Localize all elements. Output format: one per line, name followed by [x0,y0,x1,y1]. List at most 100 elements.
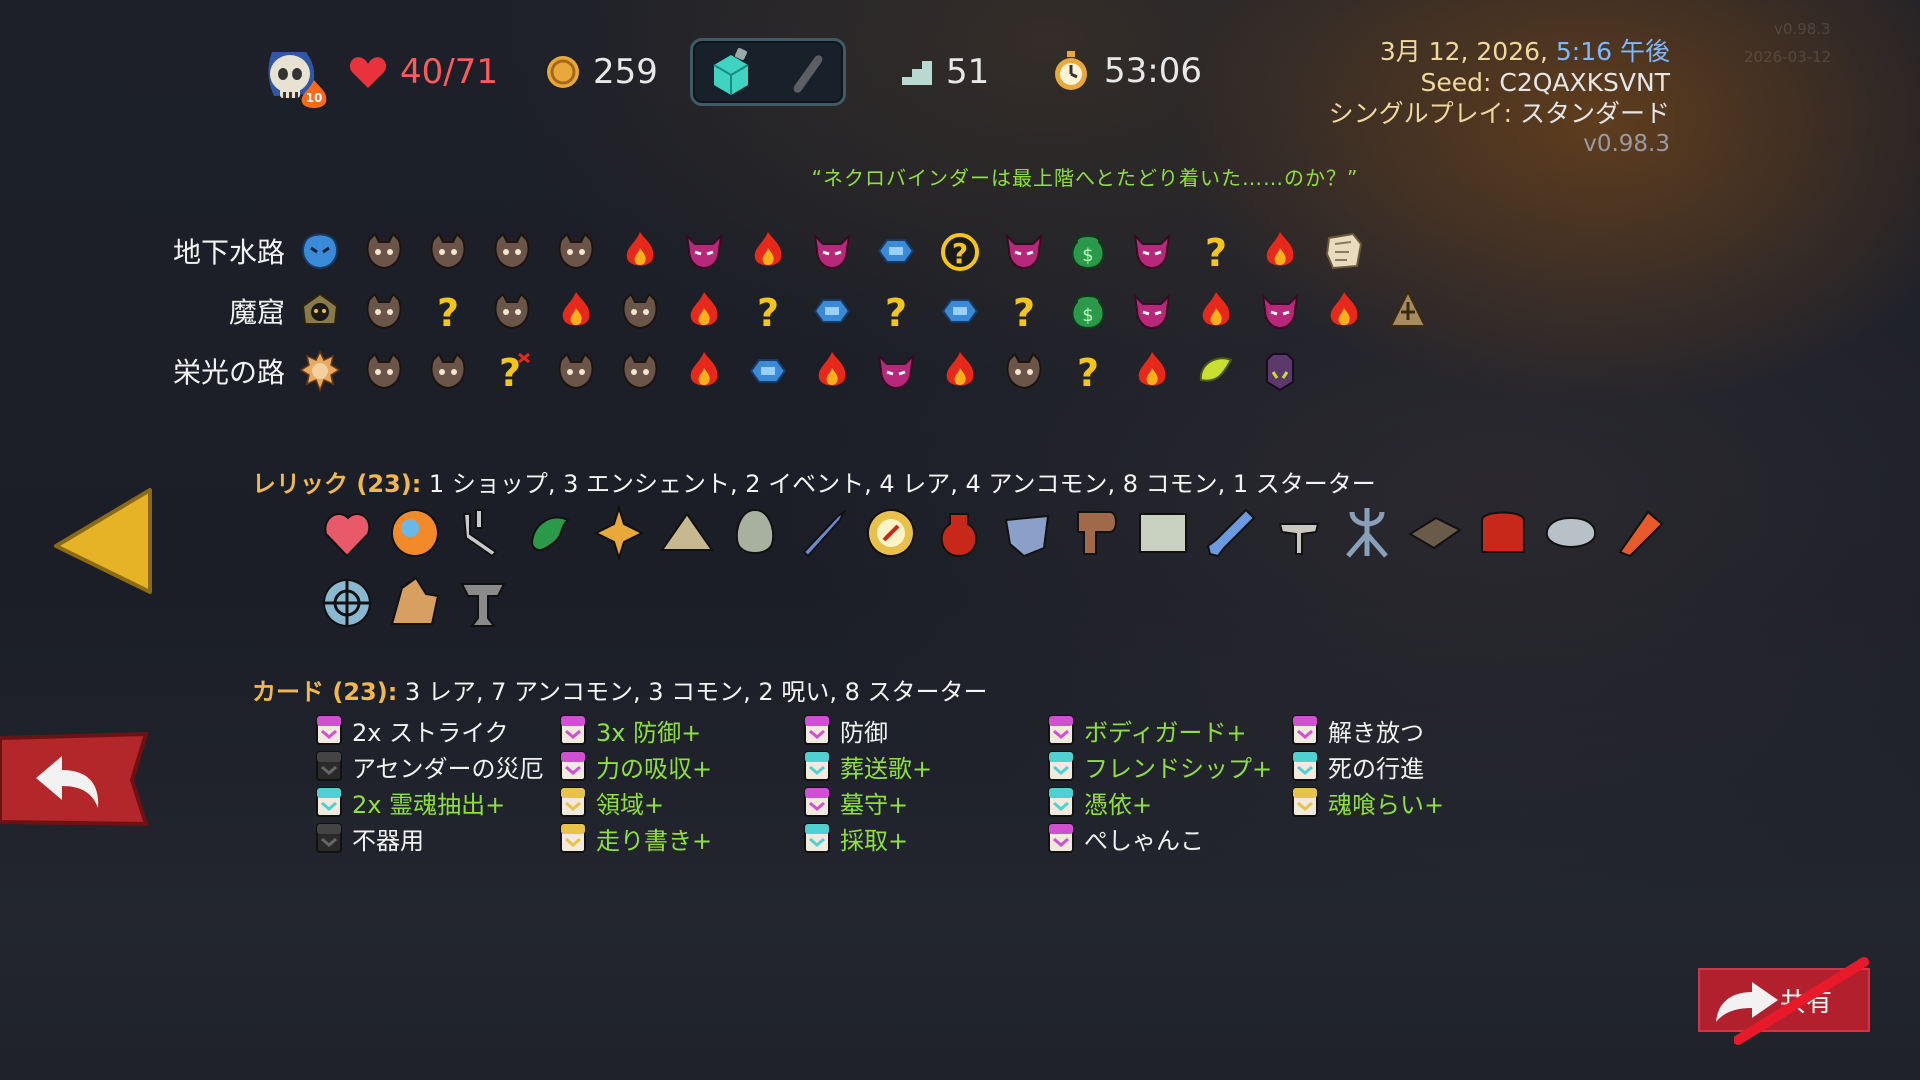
green-dragon-relic-icon[interactable] [522,504,580,562]
treasure-node-icon[interactable] [745,349,790,394]
monster-node-icon[interactable] [489,229,534,274]
elite-node-icon[interactable] [1257,289,1302,334]
monster-node-icon[interactable] [361,229,406,274]
share-button[interactable]: 共有 [1698,957,1870,1045]
rest-node-icon[interactable] [617,229,662,274]
rest-node-icon[interactable] [1321,289,1366,334]
compass-relic-icon[interactable] [862,504,920,562]
event-green-node-icon[interactable] [1193,349,1238,394]
rest-node-icon[interactable] [553,289,598,334]
red-flask-relic-icon[interactable] [930,504,988,562]
elite-node-icon[interactable] [1129,229,1174,274]
card-entry[interactable]: 解き放つ [1292,712,1536,748]
card-entry[interactable]: 3x 防御+ [560,712,804,748]
rest-node-icon[interactable] [1129,349,1174,394]
card-entry[interactable]: アセンダーの災厄 [316,748,560,784]
unknown-node-icon[interactable]: ? [1065,349,1110,394]
card-entry[interactable]: 力の吸収+ [560,748,804,784]
monster-node-icon[interactable] [361,289,406,334]
rest-node-icon[interactable] [681,349,726,394]
monster-node-icon[interactable] [361,349,406,394]
unknown-node-icon[interactable]: ? [745,289,790,334]
monster-node-icon[interactable] [489,289,534,334]
unknown-gold-node-icon[interactable]: ? [937,229,982,274]
card-entry[interactable]: 葬送歌+ [804,748,1048,784]
unknown-node-icon[interactable]: ? [1001,289,1046,334]
stone-relic-icon[interactable] [1542,504,1600,562]
rest-node-icon[interactable] [1193,289,1238,334]
card-entry[interactable]: ボディガード+ [1048,712,1292,748]
card-entry[interactable]: 防御 [804,712,1048,748]
card-entry[interactable]: 2x 霊魂抽出+ [316,784,560,820]
monster-node-icon[interactable] [617,289,662,334]
tent-relic-icon[interactable] [658,504,716,562]
hook-relic-icon[interactable] [1066,504,1124,562]
boss-dark-node-icon[interactable] [297,289,342,334]
faint-version: v0.98.3 [1774,20,1831,38]
unknown-node-icon[interactable]: ? [1193,229,1238,274]
unknown-node-icon[interactable]: ? [873,289,918,334]
orange-orb-relic-icon[interactable] [386,504,444,562]
monster-node-icon[interactable] [425,349,470,394]
crystal-relic-icon[interactable] [386,574,444,632]
tuning-fork-relic-icon[interactable] [454,504,512,562]
shop-node-icon[interactable]: $ [1065,289,1110,334]
card-entry[interactable]: フレンドシップ+ [1048,748,1292,784]
tablet-relic-icon[interactable] [1406,504,1464,562]
monster-node-icon[interactable] [553,349,598,394]
unknown-node-icon[interactable]: ? [425,289,470,334]
elite-node-icon[interactable] [1129,289,1174,334]
elite-node-icon[interactable] [809,229,854,274]
treasure-node-icon[interactable] [937,289,982,334]
anvil-relic-icon[interactable] [454,574,512,632]
previous-run-button[interactable] [50,484,154,598]
card-entry[interactable]: 憑依+ [1048,784,1292,820]
cape-relic-icon[interactable] [998,504,1056,562]
mailbox-relic-icon[interactable] [1474,504,1532,562]
rest-node-icon[interactable] [809,349,854,394]
rest-node-icon[interactable] [745,229,790,274]
card-entry[interactable]: 魂喰らい+ [1292,784,1536,820]
boss-spiky-node-icon[interactable] [297,349,342,394]
card-entry[interactable]: 不器用 [316,820,560,856]
monster-node-icon[interactable] [553,229,598,274]
egg-relic-icon[interactable] [726,504,784,562]
boss-ancient-node-icon[interactable] [1385,289,1430,334]
rest-node-icon[interactable] [681,289,726,334]
potion-icon[interactable] [708,47,754,97]
rest-node-icon[interactable] [1257,229,1302,274]
empty-potion-slot-icon[interactable] [783,47,829,97]
ancient-node-icon[interactable] [1321,229,1366,274]
card-entry[interactable]: 領域+ [560,784,804,820]
candelabra-relic-icon[interactable] [1270,504,1328,562]
golden-vajra-relic-icon[interactable] [590,504,648,562]
elite-node-icon[interactable] [873,349,918,394]
shop-node-icon[interactable]: $ [1065,229,1110,274]
card-entry[interactable]: ぺしゃんこ [1048,820,1292,856]
shovel-relic-icon[interactable] [1202,504,1260,562]
monster-node-icon[interactable] [617,349,662,394]
boss-blue-node-icon[interactable] [297,229,342,274]
rest-node-icon[interactable] [937,349,982,394]
monster-node-icon[interactable] [425,229,470,274]
card-entry[interactable]: 2x ストライク [316,712,560,748]
card-entry[interactable]: 墓守+ [804,784,1048,820]
megaphone-relic-icon[interactable] [1610,504,1668,562]
treasure-node-icon[interactable] [809,289,854,334]
back-button[interactable] [0,731,152,828]
unknown-x-node-icon[interactable]: ? [489,349,534,394]
wheel-relic-icon[interactable] [318,574,376,632]
elite-node-icon[interactable] [1001,229,1046,274]
card-entry[interactable]: 走り書き+ [560,820,804,856]
monster-node-icon[interactable] [1001,349,1046,394]
card-entry[interactable]: 死の行進 [1292,748,1536,784]
heart-relic-icon[interactable] [318,504,376,562]
card-entry[interactable]: 採取+ [804,820,1048,856]
boss-purple-node-icon[interactable] [1257,349,1302,394]
cradle-relic-icon[interactable] [1134,504,1192,562]
trident-relic-icon[interactable] [1338,504,1396,562]
elite-node-icon[interactable] [681,229,726,274]
sword-relic-icon[interactable] [794,504,852,562]
treasure-node-icon[interactable] [873,229,918,274]
seed-value[interactable]: C2QAXKSVNT [1499,68,1670,97]
